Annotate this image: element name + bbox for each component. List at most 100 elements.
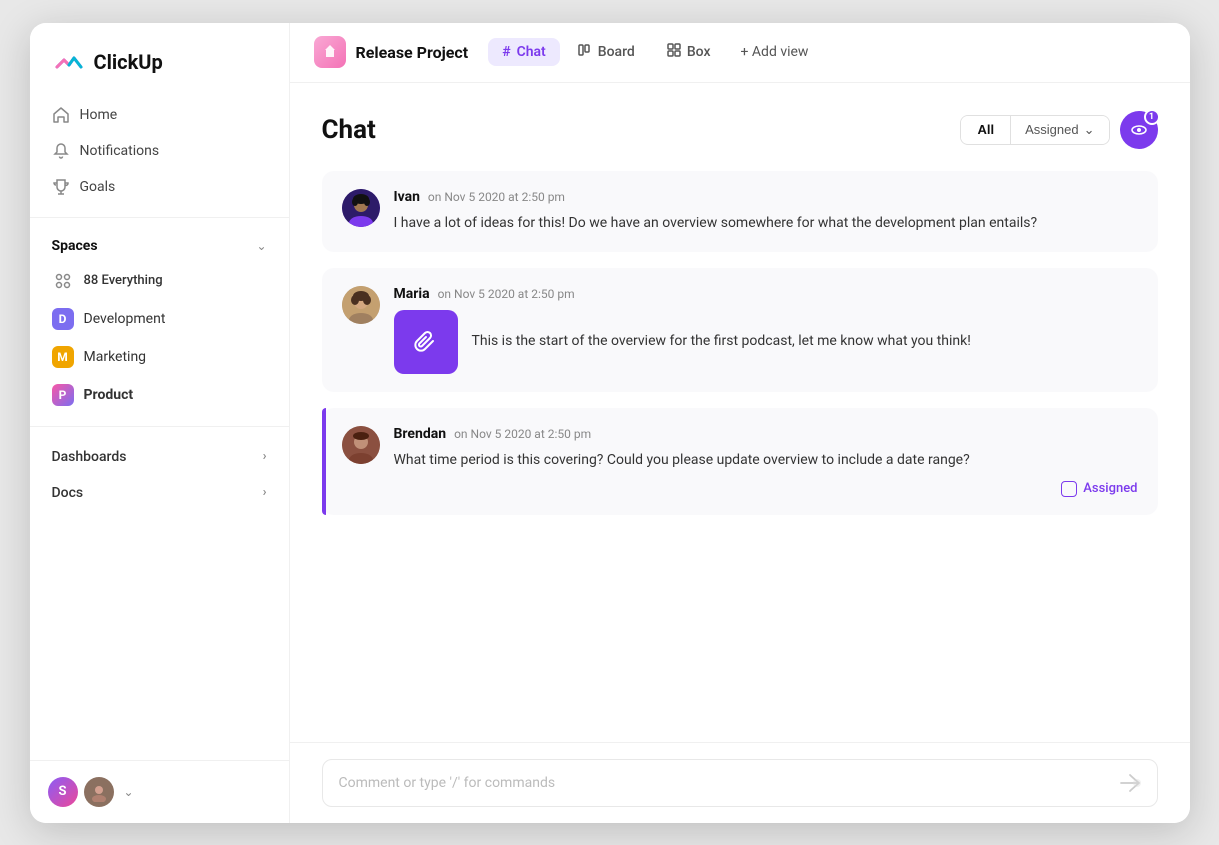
msg-brendan-meta: Brendan on Nov 5 2020 at 2:50 pm — [394, 426, 1138, 442]
everything-icon — [52, 270, 74, 292]
sidebar-notifications-label: Notifications — [80, 143, 160, 159]
eye-icon — [1130, 121, 1148, 139]
chat-area: Chat All Assigned ⌄ — [290, 83, 1190, 742]
user-avatar-b[interactable] — [84, 777, 114, 807]
tab-board[interactable]: Board — [564, 37, 649, 67]
assigned-label: Assigned — [1083, 481, 1137, 496]
sidebar-item-docs[interactable]: Docs › — [30, 475, 289, 511]
sidebar-item-everything[interactable]: 88 Everything — [40, 262, 279, 300]
msg-ivan-meta: Ivan on Nov 5 2020 at 2:50 pm — [394, 189, 1138, 205]
assigned-checkbox[interactable] — [1061, 481, 1077, 497]
paperclip-icon — [412, 328, 440, 356]
spaces-chevron-icon: ⌄ — [256, 239, 266, 253]
msg-ivan-time: on Nov 5 2020 at 2:50 pm — [428, 190, 565, 204]
sidebar-item-product[interactable]: P Product — [40, 376, 279, 414]
development-label: Development — [84, 311, 166, 327]
msg-ivan-body: Ivan on Nov 5 2020 at 2:50 pm I have a l… — [394, 189, 1138, 234]
attachment-icon[interactable] — [394, 310, 458, 374]
sidebar-navigation: Home Notifications Goals — [30, 97, 289, 205]
comment-placeholder: Comment or type '/' for commands — [339, 775, 556, 791]
chat-title: Chat — [322, 115, 376, 145]
add-view-label: + Add view — [741, 44, 809, 60]
comment-input-area[interactable]: Comment or type '/' for commands — [322, 759, 1158, 807]
tab-box-label: Box — [687, 44, 711, 60]
msg-brendan-name: Brendan — [394, 426, 447, 442]
sidebar-divider — [30, 217, 289, 218]
tab-chat-label: Chat — [517, 44, 546, 60]
topbar-tabs: # Chat Board — [488, 37, 820, 67]
sidebar-goals-label: Goals — [80, 179, 116, 195]
sidebar-item-goals[interactable]: Goals — [40, 169, 279, 205]
dashboards-chevron-icon: › — [263, 449, 267, 464]
msg-brendan-time: on Nov 5 2020 at 2:50 pm — [454, 427, 591, 441]
msg-maria-body: Maria on Nov 5 2020 at 2:50 pm This is t… — [394, 286, 1138, 374]
tab-board-label: Board — [598, 44, 635, 60]
msg-ivan-text: I have a lot of ideas for this! Do we ha… — [394, 213, 1138, 234]
sidebar-item-marketing[interactable]: M Marketing — [40, 338, 279, 376]
filter-assigned-label: Assigned — [1025, 122, 1078, 137]
logo: ClickUp — [30, 23, 289, 97]
sidebar: ClickUp Home Notifications — [30, 23, 290, 823]
spaces-header[interactable]: Spaces ⌄ — [30, 230, 289, 262]
add-view-button[interactable]: + Add view — [729, 38, 821, 66]
assigned-tag: Assigned — [394, 481, 1138, 497]
filter-group: All Assigned ⌄ — [960, 115, 1109, 145]
assigned-chevron-icon: ⌄ — [1084, 122, 1095, 138]
message-brendan: Brendan on Nov 5 2020 at 2:50 pm What ti… — [322, 408, 1158, 515]
home-icon — [52, 106, 70, 124]
trophy-icon — [52, 178, 70, 196]
msg-maria-meta: Maria on Nov 5 2020 at 2:50 pm — [394, 286, 1138, 302]
messages-list: Ivan on Nov 5 2020 at 2:50 pm I have a l… — [322, 171, 1158, 742]
bell-icon — [52, 142, 70, 160]
msg-maria-time: on Nov 5 2020 at 2:50 pm — [438, 287, 575, 301]
filter-all-button[interactable]: All — [961, 116, 1010, 143]
logo-text: ClickUp — [94, 50, 163, 74]
docs-chevron-icon: › — [263, 485, 267, 500]
attachment-box: This is the start of the overview for th… — [394, 310, 1138, 374]
topbar: Release Project # Chat Board — [290, 23, 1190, 83]
watch-button[interactable]: 1 — [1120, 111, 1158, 149]
avatar-maria — [342, 286, 380, 324]
everything-label: 88 Everything — [84, 273, 163, 288]
msg-brendan-body: Brendan on Nov 5 2020 at 2:50 pm What ti… — [394, 426, 1138, 497]
msg-maria-text: This is the start of the overview for th… — [472, 331, 971, 352]
sidebar-item-notifications[interactable]: Notifications — [40, 133, 279, 169]
msg-ivan-name: Ivan — [394, 189, 420, 205]
sidebar-bottom: S ⌄ — [30, 760, 289, 823]
sidebar-item-dashboards[interactable]: Dashboards › — [30, 439, 289, 475]
clickup-logo-icon — [52, 45, 86, 79]
comment-box: Comment or type '/' for commands — [290, 742, 1190, 823]
chat-header: Chat All Assigned ⌄ — [322, 111, 1158, 149]
avatar-brendan — [342, 426, 380, 464]
project-title: Release Project — [356, 43, 469, 62]
chat-header-controls: All Assigned ⌄ 1 — [960, 111, 1157, 149]
message-maria: Maria on Nov 5 2020 at 2:50 pm This is t… — [322, 268, 1158, 392]
app-container: ClickUp Home Notifications — [30, 23, 1190, 823]
sidebar-divider-2 — [30, 426, 289, 427]
avatar-ivan — [342, 189, 380, 227]
marketing-badge: M — [52, 346, 74, 368]
product-badge: P — [52, 384, 74, 406]
hash-icon: # — [502, 44, 510, 60]
tab-chat[interactable]: # Chat — [488, 38, 560, 66]
board-icon — [578, 43, 592, 61]
sidebar-item-development[interactable]: D Development — [40, 300, 279, 338]
watch-badge: 1 — [1144, 109, 1160, 125]
dashboards-label: Dashboards — [52, 449, 127, 465]
send-icon — [1119, 772, 1141, 794]
marketing-label: Marketing — [84, 349, 147, 365]
msg-brendan-text: What time period is this covering? Could… — [394, 450, 1138, 471]
box-icon — [667, 43, 681, 61]
sidebar-item-home[interactable]: Home — [40, 97, 279, 133]
users-chevron-icon[interactable]: ⌄ — [124, 785, 134, 799]
tab-box[interactable]: Box — [653, 37, 725, 67]
main-content: Release Project # Chat Board — [290, 23, 1190, 823]
msg-maria-name: Maria — [394, 286, 430, 302]
sidebar-home-label: Home — [80, 107, 118, 123]
product-label: Product — [84, 387, 134, 403]
docs-label: Docs — [52, 485, 84, 501]
user-avatar-s[interactable]: S — [48, 777, 78, 807]
filter-assigned-button[interactable]: Assigned ⌄ — [1011, 116, 1108, 144]
project-icon — [314, 36, 346, 68]
message-ivan: Ivan on Nov 5 2020 at 2:50 pm I have a l… — [322, 171, 1158, 252]
